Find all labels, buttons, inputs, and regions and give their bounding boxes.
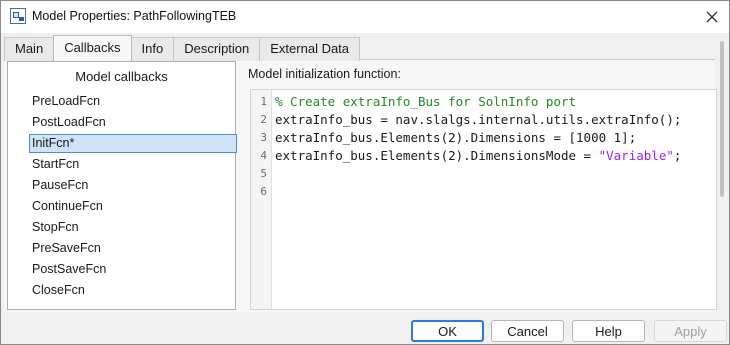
callback-list: PreLoadFcn PostLoadFcn InitFcn* StartFcn… — [29, 92, 237, 302]
tab-description[interactable]: Description — [173, 37, 261, 61]
callback-item-presavefcn[interactable]: PreSaveFcn — [29, 239, 237, 258]
line-number: 6 — [260, 185, 267, 198]
line-number-gutter: 1 2 3 4 5 6 — [251, 90, 272, 309]
code-line: extraInfo_bus.Elements(2).Dimensions = [… — [275, 129, 681, 147]
line-number: 2 — [260, 113, 267, 126]
vertical-scrollbar[interactable] — [720, 41, 724, 197]
close-button[interactable] — [701, 7, 723, 27]
code-token: extraInfo_bus = nav.slalgs.internal.util… — [275, 112, 682, 127]
tab-external-data[interactable]: External Data — [259, 37, 361, 61]
editor-label: Model initialization function: — [248, 67, 401, 81]
callback-list-panel: Model callbacks PreLoadFcn PostLoadFcn I… — [7, 61, 237, 310]
line-number: 5 — [260, 167, 267, 180]
code-comment: % Create extraInfo_Bus for SolnInfo port — [275, 94, 577, 109]
callback-item-continuefcn[interactable]: ContinueFcn — [29, 197, 237, 216]
simulink-model-icon — [10, 8, 26, 24]
title-bar: Model Properties: PathFollowingTEB — [1, 1, 729, 33]
line-number: 3 — [260, 131, 267, 144]
callback-item-closefcn[interactable]: CloseFcn — [29, 281, 237, 300]
callback-list-header: Model callbacks — [75, 69, 168, 84]
tab-main[interactable]: Main — [4, 37, 55, 61]
code-line: extraInfo_bus = nav.slalgs.internal.util… — [275, 111, 681, 129]
line-number: 4 — [260, 149, 267, 162]
tab-callbacks[interactable]: Callbacks — [53, 35, 132, 61]
ok-button[interactable]: OK — [411, 320, 484, 342]
code-editor[interactable]: 1 2 3 4 5 6 % Create extraInfo_Bus for S… — [250, 89, 717, 310]
code-token: ; — [673, 148, 682, 163]
code-token: extraInfo_bus.Elements(2).DimensionsMode… — [275, 148, 599, 163]
callback-item-startfcn[interactable]: StartFcn — [29, 155, 237, 174]
callback-item-preloadfcn[interactable]: PreLoadFcn — [29, 92, 237, 111]
cancel-button[interactable]: Cancel — [491, 320, 564, 342]
code-text-area[interactable]: % Create extraInfo_Bus for SolnInfo port… — [275, 93, 681, 201]
window-title: Model Properties: PathFollowingTEB — [32, 9, 237, 23]
tab-info[interactable]: Info — [130, 37, 175, 61]
code-string: "Variable" — [598, 148, 674, 163]
line-number: 1 — [260, 95, 267, 108]
button-bar: OK Cancel Help Apply — [1, 313, 729, 344]
callback-item-postloadfcn[interactable]: PostLoadFcn — [29, 113, 237, 132]
callback-item-initfcn[interactable]: InitFcn* — [29, 134, 237, 153]
apply-button[interactable]: Apply — [654, 320, 727, 342]
callback-item-postsavefcn[interactable]: PostSaveFcn — [29, 260, 237, 279]
close-icon — [706, 11, 718, 23]
tab-bar: Main Callbacks Info Description External… — [4, 35, 361, 61]
callback-item-pausefcn[interactable]: PauseFcn — [29, 176, 237, 195]
model-properties-dialog: Model Properties: PathFollowingTEB Main … — [0, 0, 730, 345]
code-line: % Create extraInfo_Bus for SolnInfo port — [275, 93, 681, 111]
code-token: extraInfo_bus.Elements(2).Dimensions = [… — [275, 130, 637, 145]
help-button[interactable]: Help — [572, 320, 645, 342]
callback-item-stopfcn[interactable]: StopFcn — [29, 218, 237, 237]
code-line: extraInfo_bus.Elements(2).DimensionsMode… — [275, 147, 681, 165]
